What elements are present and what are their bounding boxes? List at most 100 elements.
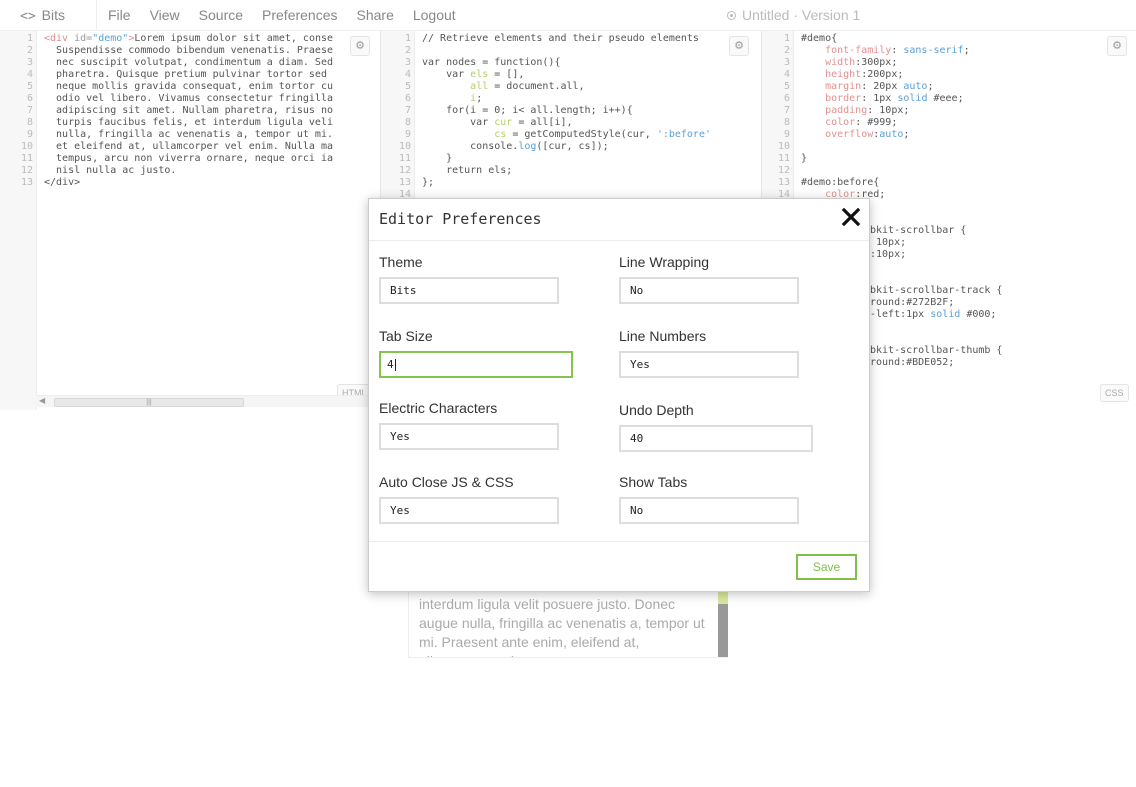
code-line: tempus, arcu non viverra ornare, neque o… — [44, 153, 333, 164]
code-line: round:#BDE052; — [870, 357, 955, 368]
code-token: = all[i], — [512, 117, 573, 128]
save-button[interactable]: Save — [796, 554, 857, 580]
theme-field[interactable]: Bits — [379, 277, 559, 304]
line-number: 2 — [783, 45, 790, 56]
code-line: all = document.all, — [422, 81, 711, 93]
tab-size-label: Tab Size — [379, 328, 433, 344]
code-token: ([cur, cs]); — [536, 141, 609, 152]
undo-depth-field[interactable]: 40 — [619, 425, 813, 452]
line-number: 5 — [404, 81, 411, 92]
menu-item-file[interactable]: File — [108, 7, 131, 23]
code-token: sans-serif — [897, 45, 964, 56]
html-code[interactable]: <div id="demo">Lorem ipsum dolor sit ame… — [44, 33, 333, 189]
gear-icon[interactable]: ⚙ — [350, 36, 370, 56]
line-number: 6 — [783, 93, 790, 104]
text-caret — [394, 359, 396, 371]
code-token: = getComputedStyle(cur, — [506, 129, 657, 140]
code-line: neque mollis gravida consequat, enim tor… — [44, 81, 333, 92]
code-line: var nodes = function(){ — [422, 57, 561, 68]
code-token: overflow — [801, 129, 874, 140]
line-number: 12 — [398, 165, 411, 176]
show-tabs-field[interactable]: No — [619, 497, 799, 524]
title-separator: · — [793, 7, 799, 23]
doc-name[interactable]: Untitled — [742, 7, 789, 23]
code-icon: <> — [20, 9, 36, 24]
menu-item-share[interactable]: Share — [357, 7, 394, 23]
code-line: #demo{ — [801, 33, 838, 44]
line-wrapping-field[interactable]: No — [619, 277, 799, 304]
code-token: solid — [897, 93, 928, 104]
line-number: 11 — [20, 153, 33, 164]
css-code-visible-fragments: bkit-scrollbar { 10px; :10px; bkit-scrol… — [870, 225, 1002, 369]
gear-icon[interactable]: ⚙ — [1107, 36, 1127, 56]
code-line: turpis faucibus felis, et interdum ligul… — [44, 117, 333, 128]
menu-item-source[interactable]: Source — [199, 7, 243, 23]
html-editor-pane[interactable]: 1 2 3 4 5 6 7 8 9 10 11 12 13 <div id="d… — [0, 31, 381, 410]
tab-size-field[interactable]: 4 — [379, 351, 573, 378]
code-token: #000; — [960, 309, 997, 320]
doc-version[interactable]: Version 1 — [802, 7, 860, 23]
menu-item-logout[interactable]: Logout — [413, 7, 456, 23]
code-line: height:200px; — [801, 69, 904, 80]
menu-item-view[interactable]: View — [150, 7, 180, 23]
code-line: width:300px; — [801, 57, 898, 68]
undo-depth-label: Undo Depth — [619, 402, 694, 418]
code-token: cs — [494, 129, 507, 140]
code-line: padding: 10px; — [801, 105, 910, 116]
css-code[interactable]: #demo{ font-family: sans-serif; width:30… — [801, 33, 970, 201]
code-token: ; — [476, 93, 483, 104]
code-token: 10px — [873, 105, 904, 116]
code-token: all — [470, 81, 489, 92]
preview-frame[interactable]: interdum ligula velit posuere justo. Don… — [408, 590, 728, 658]
preview-scrollbar[interactable] — [718, 590, 728, 657]
show-tabs-label: Show Tabs — [619, 474, 688, 490]
auto-close-field[interactable]: Yes — [379, 497, 559, 524]
code-line: overflow:auto; — [801, 129, 910, 140]
code-line: 10px; — [870, 237, 907, 248]
line-numbers-label: Line Numbers — [619, 328, 707, 344]
css-label: CSS — [1100, 384, 1129, 402]
code-line: for(i = 0; i< all.length; i++){ — [422, 105, 633, 116]
line-number: 7 — [404, 105, 411, 116]
close-icon[interactable] — [841, 207, 861, 227]
tab-size-value: 4 — [387, 358, 394, 371]
menu-item-preferences[interactable]: Preferences — [262, 7, 337, 23]
code-token: console. — [422, 141, 519, 152]
code-token: #eee — [927, 93, 958, 104]
code-line: bkit-scrollbar-track { — [870, 285, 1003, 296]
line-number: 13 — [20, 177, 33, 188]
code-line: Suspendisse commodo bibendum venenatis. … — [44, 45, 333, 56]
brand[interactable]: <> Bits — [20, 7, 65, 24]
line-number: 10 — [20, 141, 33, 152]
scrollbar-thumb[interactable]: ||| — [54, 398, 244, 407]
js-code[interactable]: // Retrieve elements and their pseudo el… — [422, 33, 711, 201]
line-number: 5 — [26, 81, 33, 92]
gear-icon[interactable]: ⚙ — [729, 36, 749, 56]
code-token: 20px — [867, 81, 904, 92]
line-number: 8 — [783, 117, 790, 128]
line-number: 3 — [404, 57, 411, 68]
code-token: border — [801, 93, 862, 104]
code-token: 200px — [867, 69, 898, 80]
code-line: -left:1px solid #000; — [870, 309, 1002, 321]
code-line: odio vel libero. Vivamus consectetur fri… — [44, 93, 333, 104]
code-line: et eleifend at, ullamcorper vel enim. Nu… — [44, 141, 333, 152]
main-menu: File View Source Preferences Share Logou… — [108, 7, 475, 23]
code-token: 300px — [861, 57, 892, 68]
line-number: 9 — [783, 129, 790, 140]
scroll-left-icon[interactable]: ◀ — [39, 396, 45, 405]
line-wrapping-label: Line Wrapping — [619, 254, 710, 270]
electric-characters-field[interactable]: Yes — [379, 423, 559, 450]
code-line: <div id="demo">Lorem ipsum dolor sit ame… — [44, 33, 333, 45]
line-numbers-field[interactable]: Yes — [619, 351, 799, 378]
line-number: 1 — [783, 33, 790, 44]
horizontal-scrollbar[interactable]: ◀ ||| — [36, 395, 376, 407]
line-number: 7 — [783, 105, 790, 116]
divider — [369, 541, 869, 542]
dialog-title: Editor Preferences — [379, 210, 542, 228]
code-line: } — [422, 153, 453, 164]
code-token: <div — [44, 33, 69, 44]
